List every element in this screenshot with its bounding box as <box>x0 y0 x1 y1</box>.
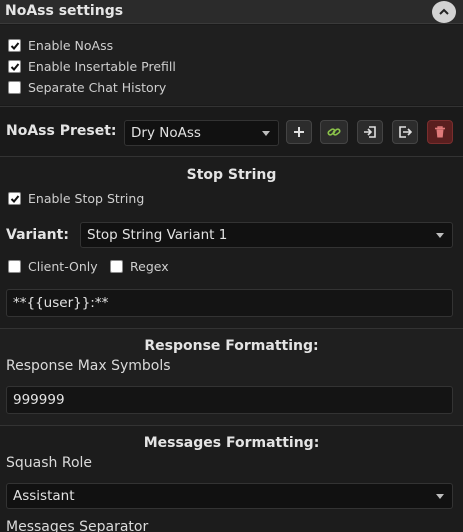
squash-role-selected-value: Assistant <box>13 488 75 504</box>
separate-chat-history-row[interactable]: Separate Chat History <box>8 80 166 95</box>
response-max-symbols-label: Response Max Symbols <box>6 358 171 374</box>
checkmark-icon <box>10 41 19 50</box>
client-only-checkbox[interactable] <box>8 260 21 273</box>
import-icon <box>364 126 376 138</box>
regex-checkbox[interactable] <box>110 260 123 273</box>
enable-insertable-prefill-row[interactable]: Enable Insertable Prefill <box>8 59 176 74</box>
link-preset-button[interactable] <box>320 120 348 144</box>
collapse-button[interactable] <box>432 1 456 23</box>
settings-title: NoAss settings <box>5 3 124 19</box>
response-max-symbols-input[interactable]: 999999 <box>6 386 453 414</box>
regex-label: Regex <box>130 259 169 274</box>
preset-selected-value: Dry NoAss <box>131 125 201 141</box>
client-only-row[interactable]: Client-Only <box>8 259 98 274</box>
variant-select[interactable]: Stop String Variant 1 <box>80 222 453 248</box>
messages-formatting-title: Messages Formatting: <box>143 435 320 451</box>
dropdown-caret-icon <box>436 233 444 238</box>
enable-noass-checkbox[interactable] <box>8 39 21 52</box>
settings-header[interactable]: NoAss settings <box>0 0 463 24</box>
trash-icon <box>435 126 445 138</box>
variant-label: Variant: <box>6 227 69 243</box>
link-icon <box>327 128 341 136</box>
enable-insertable-prefill-label: Enable Insertable Prefill <box>28 59 176 74</box>
export-icon <box>399 126 412 138</box>
checkmark-icon <box>10 62 19 71</box>
stop-string-title: Stop String <box>186 167 277 183</box>
add-preset-button[interactable] <box>286 120 312 144</box>
divider <box>0 106 463 107</box>
messages-separator-label: Messages Separator <box>6 519 149 532</box>
enable-stop-string-row[interactable]: Enable Stop String <box>8 191 144 206</box>
response-formatting-title: Response Formatting: <box>144 338 319 354</box>
export-preset-button[interactable] <box>392 120 418 144</box>
preset-label: NoAss Preset: <box>6 123 117 139</box>
dropdown-caret-icon <box>262 131 270 136</box>
squash-role-label: Squash Role <box>6 455 93 471</box>
stop-string-input[interactable]: **{{user}}:** <box>6 289 453 317</box>
enable-insertable-prefill-checkbox[interactable] <box>8 60 21 73</box>
preset-select[interactable]: Dry NoAss <box>124 120 279 146</box>
delete-preset-button[interactable] <box>427 120 453 144</box>
import-preset-button[interactable] <box>357 120 383 144</box>
response-max-symbols-value: 999999 <box>13 392 65 408</box>
enable-noass-label: Enable NoAss <box>28 38 114 53</box>
variant-selected-value: Stop String Variant 1 <box>87 227 228 243</box>
enable-noass-row[interactable]: Enable NoAss <box>8 38 113 53</box>
client-only-label: Client-Only <box>28 259 98 274</box>
dropdown-caret-icon <box>436 494 444 499</box>
plus-icon <box>294 127 304 137</box>
separate-chat-history-checkbox[interactable] <box>8 81 21 94</box>
regex-row[interactable]: Regex <box>110 259 169 274</box>
squash-role-select[interactable]: Assistant <box>6 483 453 509</box>
separate-chat-history-label: Separate Chat History <box>28 80 167 95</box>
chevron-up-icon <box>439 8 449 15</box>
stop-string-value: **{{user}}:** <box>13 295 109 311</box>
checkmark-icon <box>10 194 19 203</box>
enable-stop-string-label: Enable Stop String <box>28 191 145 206</box>
enable-stop-string-checkbox[interactable] <box>8 192 21 205</box>
